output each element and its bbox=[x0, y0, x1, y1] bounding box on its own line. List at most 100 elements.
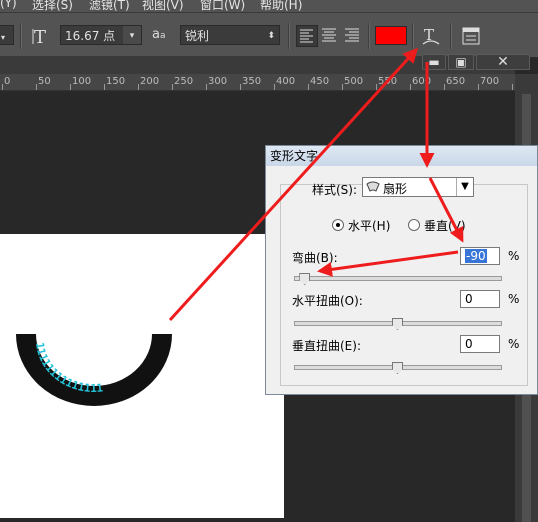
minimize-icon: ▬ bbox=[428, 55, 440, 69]
tool-preset-dropdown[interactable]: ▾ bbox=[0, 25, 14, 45]
ruler-tick-mark bbox=[70, 84, 71, 90]
dialog-group-box bbox=[280, 184, 528, 386]
vertical-label[interactable]: 垂直(V) bbox=[424, 217, 466, 234]
bend-slider-track[interactable] bbox=[294, 276, 502, 281]
ruler-tick-mark bbox=[376, 84, 377, 90]
document-canvas[interactable]: 11111111111111 bbox=[0, 234, 284, 518]
ruler-tick-label: 650 bbox=[446, 76, 466, 87]
vertical-distortion-label: 垂直扭曲(E): bbox=[292, 339, 361, 353]
warp-text-button[interactable]: T bbox=[420, 24, 442, 48]
align-right-icon bbox=[345, 28, 359, 42]
panel-icon bbox=[462, 27, 480, 45]
align-left-button[interactable] bbox=[296, 25, 318, 47]
text-orientation-icon[interactable]: T bbox=[32, 25, 52, 48]
vertical-distortion-unit: % bbox=[508, 337, 520, 351]
horizontal-radio[interactable] bbox=[332, 219, 344, 231]
ruler-tick-label: 500 bbox=[344, 76, 364, 87]
ruler-tick-mark bbox=[478, 84, 479, 90]
menu-item-partial[interactable]: (Y) bbox=[0, 0, 17, 10]
ruler-tick-mark bbox=[172, 84, 173, 90]
warped-text-artwork: 11111111111111 bbox=[16, 333, 172, 406]
style-label: 样式(S): bbox=[312, 183, 358, 197]
divider bbox=[288, 23, 290, 49]
horizontal-distortion-unit: % bbox=[508, 292, 520, 306]
warp-text-icon: T bbox=[422, 26, 440, 45]
text-color-swatch[interactable] bbox=[375, 26, 407, 45]
ruler-tick-label: 300 bbox=[208, 76, 228, 87]
align-center-button[interactable] bbox=[319, 25, 339, 45]
menu-item-filter[interactable]: 滤镜(T) bbox=[89, 0, 130, 12]
antialias-select[interactable]: 锐利 ⬍ bbox=[180, 25, 280, 45]
ruler-tick-mark bbox=[36, 84, 37, 90]
ruler-tick-mark bbox=[138, 84, 139, 90]
warp-text-dialog: 变形文字 样式(S): 扇形 ▼ 水平(H) 垂直(V) 弯曲(B): -90 … bbox=[265, 145, 538, 395]
svg-text:T: T bbox=[34, 27, 46, 47]
menu-item-window[interactable]: 窗口(W) bbox=[200, 0, 245, 12]
divider bbox=[20, 23, 22, 49]
horizontal-label[interactable]: 水平(H) bbox=[348, 217, 390, 234]
divider bbox=[450, 23, 452, 49]
chevron-down-icon[interactable]: ▾ bbox=[123, 26, 141, 44]
horizontal-distortion-input[interactable]: 0 bbox=[460, 290, 500, 308]
minimize-button[interactable]: ▬ bbox=[422, 54, 446, 70]
style-value: 扇形 bbox=[383, 182, 408, 196]
ruler-tick-label: 550 bbox=[378, 76, 398, 87]
antialias-icon: aa bbox=[152, 27, 174, 45]
chevron-down-icon: ▾ bbox=[1, 33, 6, 42]
font-size-field[interactable]: 16.67 点 ▾ bbox=[60, 25, 142, 45]
align-left-icon bbox=[300, 29, 313, 43]
ruler-tick-label: 250 bbox=[174, 76, 194, 87]
ruler-tick-mark bbox=[308, 84, 309, 90]
ruler-tick-mark bbox=[410, 84, 411, 90]
ruler-tick-label: 200 bbox=[140, 76, 160, 87]
restore-icon: ▣ bbox=[455, 55, 467, 69]
ruler-tick-label: 700 bbox=[480, 76, 500, 87]
bend-value: -90 bbox=[465, 249, 487, 263]
menu-item-help[interactable]: 帮助(H) bbox=[260, 0, 302, 12]
antialias-icon-a: a bbox=[152, 27, 160, 42]
style-dropdown[interactable]: 扇形 ▼ bbox=[362, 177, 474, 197]
ruler-tick-label: 400 bbox=[276, 76, 296, 87]
horizontal-distortion-label: 水平扭曲(O): bbox=[292, 294, 363, 308]
ruler-tick-mark bbox=[104, 84, 105, 90]
horizontal-ruler: 0 50 100 150 200 250 300 350 400 450 500 550 600 650 7… bbox=[0, 74, 515, 91]
ruler-tick-mark bbox=[512, 84, 513, 90]
antialias-icon-a-small: a bbox=[159, 31, 166, 41]
ruler-tick-mark bbox=[274, 84, 275, 90]
divider bbox=[412, 23, 414, 49]
align-center-icon bbox=[322, 28, 336, 42]
dialog-title: 变形文字 bbox=[266, 146, 537, 166]
close-icon: ✕ bbox=[497, 54, 509, 70]
ruler-tick-label: 600 bbox=[412, 76, 432, 87]
ruler-tick-label: 50 bbox=[38, 76, 51, 87]
vertical-distortion-value: 0 bbox=[465, 337, 473, 351]
antialias-value: 锐利 bbox=[185, 29, 210, 43]
close-button[interactable]: ✕ bbox=[476, 54, 530, 70]
ruler-tick-mark bbox=[240, 84, 241, 90]
align-right-button[interactable] bbox=[342, 25, 362, 45]
ruler-tick-mark bbox=[206, 84, 207, 90]
menu-bar: (Y) 选择(S) 滤镜(T) 视图(V) 窗口(W) 帮助(H) bbox=[0, 0, 538, 12]
divider bbox=[368, 23, 370, 49]
fan-style-icon bbox=[366, 180, 380, 197]
chevron-down-icon[interactable]: ▼ bbox=[456, 178, 473, 196]
restore-button[interactable]: ▣ bbox=[448, 54, 474, 70]
character-panel-button[interactable] bbox=[460, 25, 482, 47]
ruler-tick-label: 350 bbox=[242, 76, 262, 87]
ruler-tick-label: 450 bbox=[310, 76, 330, 87]
ruler-tick-label: 0 bbox=[4, 76, 11, 87]
ruler-tick-label: 150 bbox=[106, 76, 126, 87]
options-bar: ▾ T 16.67 点 ▾ aa 锐利 ⬍ T bbox=[0, 12, 538, 58]
ruler-tick-mark bbox=[342, 84, 343, 90]
vertical-distortion-input[interactable]: 0 bbox=[460, 335, 500, 353]
menu-item-select[interactable]: 选择(S) bbox=[32, 0, 73, 12]
ruler-tick-mark bbox=[444, 84, 445, 90]
updown-icon: ⬍ bbox=[267, 31, 275, 41]
ruler-tick-mark bbox=[2, 84, 3, 90]
vertical-radio[interactable] bbox=[408, 219, 420, 231]
menu-item-view[interactable]: 视图(V) bbox=[142, 0, 184, 12]
bend-input[interactable]: -90 bbox=[460, 247, 500, 265]
horizontal-distortion-value: 0 bbox=[465, 292, 473, 306]
font-size-value: 16.67 点 bbox=[65, 29, 116, 43]
bend-label: 弯曲(B): bbox=[292, 251, 338, 265]
